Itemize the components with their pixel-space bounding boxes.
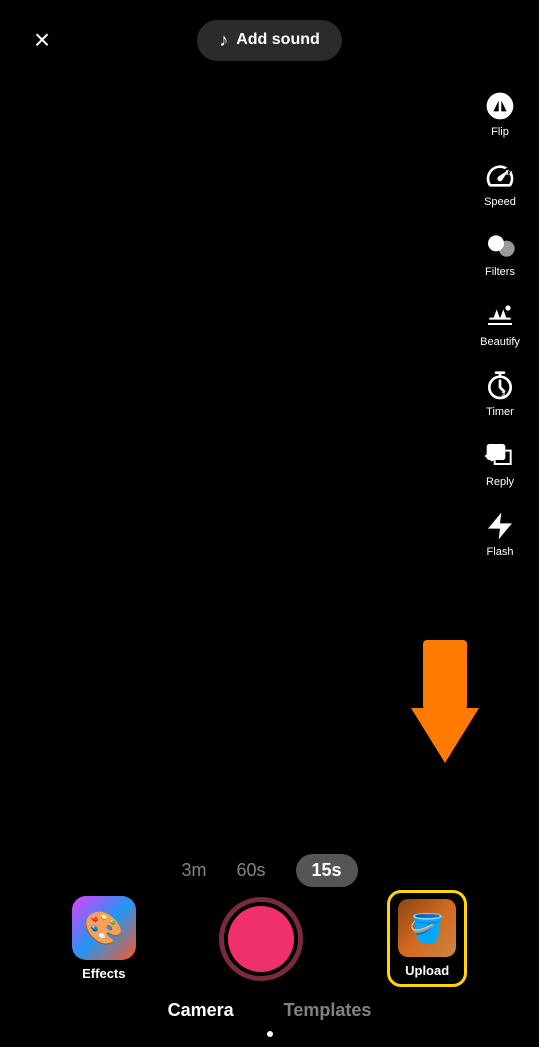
beautify-icon <box>482 298 518 334</box>
effects-label: Effects <box>82 966 125 981</box>
arrow-annotation <box>411 640 479 763</box>
add-sound-label: Add sound <box>236 31 320 49</box>
svg-text:1x: 1x <box>505 170 513 177</box>
duration-60s[interactable]: 60s <box>236 860 265 881</box>
flip-icon <box>482 88 518 124</box>
nav-tabs: Camera Templates <box>168 996 372 1025</box>
right-sidebar: Flip 1x Speed Filters <box>469 80 531 566</box>
duration-15s[interactable]: 15s <box>296 854 358 887</box>
upload-label: Upload <box>405 963 449 978</box>
speed-icon: 1x <box>482 158 518 194</box>
record-inner <box>228 906 294 972</box>
duration-bar: 3m 60s 15s <box>0 854 539 887</box>
speed-label: Speed <box>484 196 516 208</box>
sidebar-item-beautify[interactable]: Beautify <box>469 290 531 356</box>
upload-icon: 🪣 <box>398 899 456 957</box>
tab-camera[interactable]: Camera <box>168 996 234 1025</box>
reply-icon <box>482 438 518 474</box>
record-button[interactable] <box>219 897 303 981</box>
music-icon: ♪ <box>219 30 228 51</box>
close-icon: × <box>34 24 50 56</box>
sidebar-item-filters[interactable]: Filters <box>469 220 531 286</box>
sidebar-item-timer[interactable]: 3 Timer <box>469 360 531 426</box>
nav-indicator-dot <box>267 1031 273 1037</box>
bottom-actions: 🎨 Effects 🪣 Upload <box>0 890 539 987</box>
duration-3m[interactable]: 3m <box>181 860 206 881</box>
tab-templates[interactable]: Templates <box>284 996 372 1025</box>
filters-label: Filters <box>485 266 515 278</box>
effects-icon: 🎨 <box>72 896 136 960</box>
sidebar-item-flip[interactable]: Flip <box>469 80 531 146</box>
sidebar-item-reply[interactable]: Reply <box>469 430 531 496</box>
top-bar: × ♪ Add sound <box>0 0 539 80</box>
effects-button[interactable]: 🎨 Effects <box>72 896 136 981</box>
svg-text:3: 3 <box>501 392 505 399</box>
close-button[interactable]: × <box>20 18 64 62</box>
timer-label: Timer <box>486 406 514 418</box>
reply-label: Reply <box>486 476 514 488</box>
flash-icon <box>482 508 518 544</box>
bottom-nav: Camera Templates <box>0 996 539 1037</box>
beautify-label: Beautify <box>480 336 520 348</box>
timer-icon: 3 <box>482 368 518 404</box>
flash-label: Flash <box>487 546 514 558</box>
flip-label: Flip <box>491 126 509 138</box>
sidebar-item-flash[interactable]: Flash <box>469 500 531 566</box>
filters-icon <box>482 228 518 264</box>
sidebar-item-speed[interactable]: 1x Speed <box>469 150 531 216</box>
add-sound-button[interactable]: ♪ Add sound <box>197 20 342 61</box>
upload-button[interactable]: 🪣 Upload <box>387 890 467 987</box>
